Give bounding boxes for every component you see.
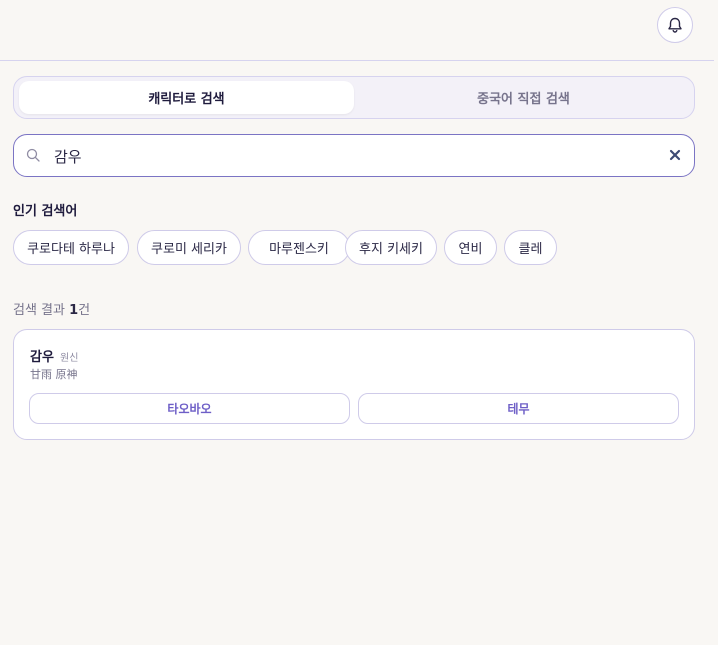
search-mode-tabs: 캐릭터로 검색 중국어 직접 검색 [13,76,695,119]
top-bar [0,0,714,61]
temu-button[interactable]: 테무 [358,393,679,424]
character-chinese-name: 甘雨 原神 [30,368,78,381]
result-count-suffix: 건 [78,303,91,318]
popular-chip[interactable]: 후지 키세키 [345,230,437,265]
popular-chip[interactable]: 쿠로다테 하루나 [13,230,129,265]
close-icon[interactable] [668,148,682,162]
result-count-prefix: 검색 결과 [13,303,70,318]
popular-chip[interactable]: 마루젠스키 [248,230,350,265]
character-game: 원신 [60,353,79,364]
search-icon [26,148,40,162]
result-card[interactable]: 감우 원신 甘雨 原神 타오바오 테무 [13,329,695,440]
bell-icon [668,17,682,33]
popular-chip[interactable]: 클레 [504,230,557,265]
search-input[interactable] [52,143,656,169]
result-count-number: 1 [69,303,79,318]
character-name: 감우 [30,350,54,365]
popular-searches-title: 인기 검색어 [13,204,78,219]
result-count: 검색 결과 1건 [13,299,90,318]
popular-chip[interactable]: 쿠로미 세리카 [137,230,241,265]
taobao-button[interactable]: 타오바오 [29,393,350,424]
notification-button[interactable] [657,7,693,43]
popular-chip[interactable]: 연비 [444,230,497,265]
search-box [13,134,695,177]
tab-chinese-direct-search[interactable]: 중국어 직접 검색 [356,81,691,114]
tab-character-search[interactable]: 캐릭터로 검색 [19,81,354,114]
